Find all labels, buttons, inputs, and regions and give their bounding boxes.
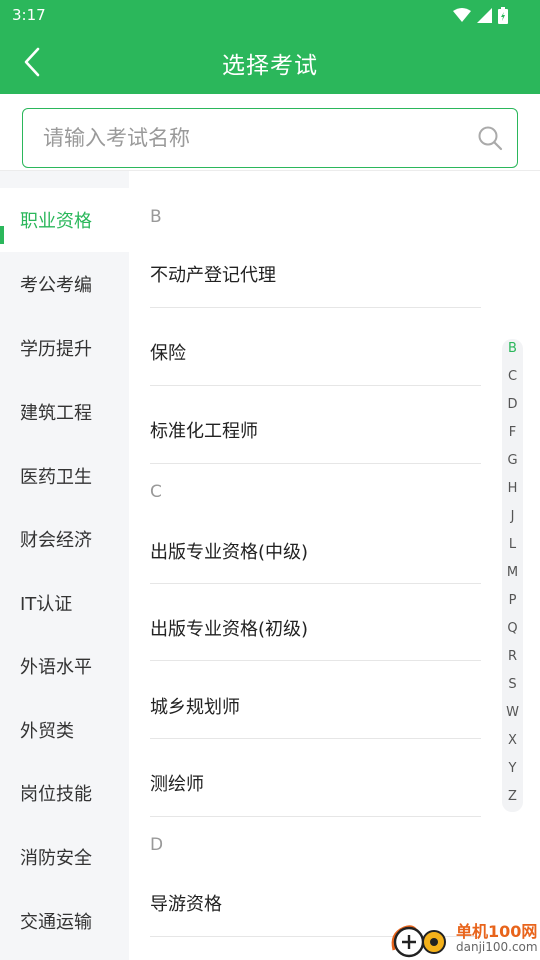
index-letter[interactable]: D [502,397,523,412]
item-divider [150,660,481,661]
signal-icon [477,8,492,23]
section-header: D [150,835,164,855]
list-item[interactable]: 标准化工程师 [150,391,481,469]
index-letter[interactable]: H [502,481,523,496]
sidebar-item-label: 岗位技能 [20,784,92,805]
sidebar-item-jiaotong[interactable]: 交通运输 [0,889,129,953]
sidebar-item-it[interactable]: IT认证 [0,571,129,635]
sidebar-item-label: 考公考编 [20,275,92,296]
sidebar-item-jianzhu[interactable]: 建筑工程 [0,380,129,444]
index-letter[interactable]: M [502,565,523,580]
sidebar-item-label: 外语水平 [20,657,92,678]
section-header: C [150,482,162,502]
list-item[interactable]: 出版专业资格(初级) [150,589,481,667]
index-letter[interactable]: R [502,649,523,664]
list-item[interactable]: 测绘师 [150,744,481,822]
item-divider [150,583,481,584]
item-divider [150,307,481,308]
index-letter[interactable]: G [502,453,523,468]
index-letter[interactable]: J [502,509,523,524]
sidebar-item-xiaofang[interactable]: 消防安全 [0,825,129,889]
sidebar-item-caikuai[interactable]: 财会经济 [0,507,129,571]
danji-logo-icon [391,925,446,958]
sidebar-item-label: 职业资格 [20,211,92,232]
sidebar-item-label: 财会经济 [20,530,92,551]
search-box [22,108,518,168]
sidebar-item-label: 交通运输 [20,912,92,933]
watermark: 单机100网 danji100.com [388,918,538,960]
sidebar-item-gangwei[interactable]: 岗位技能 [0,761,129,825]
item-divider [150,816,481,817]
sidebar-item-label: 外贸类 [20,721,74,742]
list-item[interactable]: 出版专业资格(中级) [150,512,481,590]
item-divider [150,463,481,464]
battery-icon [498,7,508,24]
sidebar-item-waimao[interactable]: 外贸类 [0,698,129,762]
sidebar-item-waiyu[interactable]: 外语水平 [0,634,129,698]
sidebar-item-yiyao[interactable]: 医药卫生 [0,444,129,508]
status-time: 3:17 [12,6,46,24]
sidebar-item-label: 医药卫生 [20,467,92,488]
item-divider [150,738,481,739]
section-header: B [150,207,162,227]
sidebar-item-label: IT认证 [20,594,73,615]
index-letter[interactable]: Y [502,761,523,776]
index-letter[interactable]: Z [502,789,523,804]
sidebar-item-label: 消防安全 [20,848,92,869]
sidebar-item-label: 学历提升 [20,339,92,360]
index-letter[interactable]: F [502,425,523,440]
status-bar: 3:17 [0,0,540,30]
category-sidebar: 职业资格 考公考编 学历提升 建筑工程 医药卫生 财会经济 IT认证 外语水平 … [0,171,129,960]
watermark-url: danji100.com [456,940,538,954]
sidebar-item-zhiye[interactable]: 职业资格 [0,188,129,252]
index-letter[interactable]: W [502,705,523,720]
index-letter[interactable]: P [502,593,523,608]
index-letter[interactable]: S [502,677,523,692]
alphabet-index[interactable]: B C D F G H J L M P Q R S W X Y Z [502,339,523,812]
page-title: 选择考试 [222,53,318,79]
sidebar-item-xueli[interactable]: 学历提升 [0,316,129,380]
list-item[interactable]: 城乡规划师 [150,667,481,745]
index-letter[interactable]: X [502,733,523,748]
index-letter[interactable]: C [502,369,523,384]
index-letter[interactable]: Q [502,621,523,636]
search-icon[interactable] [477,125,503,151]
list-item[interactable]: 保险 [150,313,481,391]
item-divider [150,385,481,386]
watermark-brand: 单机100网 [456,922,538,941]
index-letter[interactable]: B [502,341,523,356]
sidebar-item-label: 建筑工程 [20,403,92,424]
wifi-icon [453,8,471,22]
status-icons [453,7,508,24]
index-letter[interactable]: L [502,537,523,552]
list-item[interactable]: 不动产登记代理 [150,235,481,313]
search-input[interactable] [43,109,463,166]
exam-list: B 不动产登记代理 保险 标准化工程师 C 出版专业资格(中级) 出版专业资格(… [129,171,540,960]
sidebar-item-kaogong[interactable]: 考公考编 [0,252,129,316]
app-bar: 选择考试 [0,30,540,94]
